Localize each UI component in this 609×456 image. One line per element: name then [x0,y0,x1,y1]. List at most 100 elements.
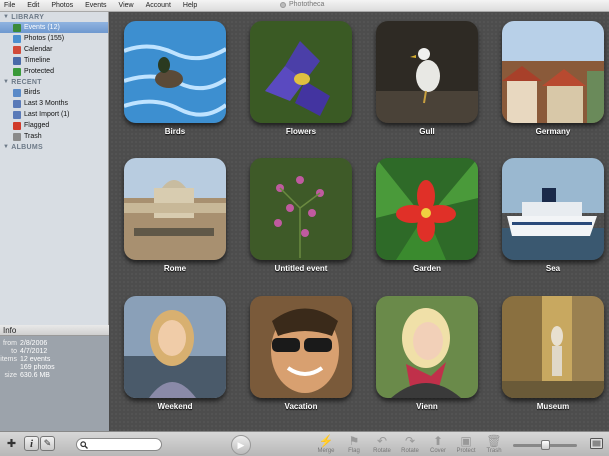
event-photo [502,21,604,123]
event-thumbnail[interactable] [376,296,478,398]
event-title[interactable]: Museum [502,402,604,411]
events-browser: Birds Flowers Gull Germany Rome Untitled even… [110,12,609,431]
rotate-button[interactable]: ↶ Rotate [369,434,395,456]
menu-file[interactable]: File [4,2,15,9]
sidebar-item-flagged[interactable]: Flagged [0,120,108,131]
event-thumbnail[interactable] [502,158,604,260]
sidebar-item-birds[interactable]: Birds [0,87,108,98]
disclosure-down-icon: ▼ [3,144,10,150]
disclosure-down-icon: ▼ [3,79,10,85]
event-icon [13,88,21,97]
events-icon [13,23,21,32]
info-value: 4/7/2012 [20,347,48,355]
event-thumbnail[interactable] [502,21,604,123]
photos-icon [13,34,21,43]
event-title[interactable]: Birds [124,127,226,136]
event-tile[interactable]: Germany [502,21,604,136]
fullscreen-button[interactable] [589,436,604,451]
menu-view[interactable]: View [119,2,134,9]
info-value: 169 photos [20,363,55,371]
event-title[interactable]: Weekend [124,402,226,411]
event-title[interactable]: Flowers [250,127,352,136]
sidebar-item-last[interactable]: Last Import (1) [0,109,108,120]
info-icon: i [29,437,34,450]
event-tile[interactable]: Weekend [124,296,226,411]
event-tile[interactable]: Gull [376,21,478,136]
event-tile[interactable]: Sea [502,158,604,273]
menu-events[interactable]: Events [85,2,106,9]
info-row: 169 photos [0,363,109,371]
event-title[interactable]: Germany [502,127,604,136]
event-title[interactable]: Rome [124,264,226,273]
zoom-slider-knob[interactable] [541,440,550,450]
sidebar-item-photos[interactable]: Photos (155) [0,33,108,44]
info-row: to 4/7/2012 [0,347,109,355]
event-tile[interactable]: Flowers [250,21,352,136]
event-tile[interactable]: Untitled event [250,158,352,273]
sidebar-item-last[interactable]: Last 3 Months [0,98,108,109]
event-title[interactable]: Vacation [250,402,352,411]
event-photo [502,296,604,398]
flag-icon [13,121,21,130]
sidebar-item-events[interactable]: Events (12) [0,22,108,33]
event-tile[interactable]: Rome [124,158,226,273]
sidebar-item-label: Birds [24,89,40,96]
sidebar-item-label: Last Import (1) [24,111,70,118]
menu-edit[interactable]: Edit [27,2,39,9]
menu-help[interactable]: Help [183,2,197,9]
sidebar-item-trash[interactable]: Trash [0,131,108,142]
event-photo [124,296,226,398]
rotate-button[interactable]: ↷ Rotate [397,434,423,456]
menu-photos[interactable]: Photos [51,2,73,9]
event-tile[interactable]: Museum [502,296,604,411]
event-tile[interactable]: Garden [376,158,478,273]
event-tile[interactable]: Vacation [250,296,352,411]
merge-button[interactable]: ⚡ Merge [313,434,339,456]
app-title-text: Phototheca [289,1,325,8]
cover-button[interactable]: ⬆ Cover [425,434,451,456]
flag-icon: ⚑ [348,434,360,448]
sidebar-item-label: Last 3 Months [24,100,68,107]
play-icon: ▶ [237,439,245,450]
disclosure-down-icon: ▼ [3,14,10,20]
event-title[interactable]: Vienn [376,402,478,411]
info-value: 630.6 MB [20,371,50,379]
event-title[interactable]: Sea [502,264,604,273]
flag-button[interactable]: ⚑ Flag [341,434,367,456]
event-thumbnail[interactable] [250,296,352,398]
event-thumbnail[interactable] [502,296,604,398]
edit-button[interactable]: ✎ [40,436,55,451]
sidebar-item-calendar[interactable]: Calendar [0,44,108,55]
search-field[interactable] [76,438,162,451]
event-thumbnail[interactable] [124,296,226,398]
recent-header[interactable]: ▼ RECENT [0,77,108,87]
search-input[interactable] [88,441,158,448]
sidebar-item-timeline[interactable]: Timeline [0,55,108,66]
info-button[interactable]: i [24,436,39,451]
tool-label: Rotate [373,448,391,454]
event-tile[interactable]: Birds [124,21,226,136]
trash-button[interactable]: 🗑 Trash [481,434,507,456]
protect-button[interactable]: ▣ Protect [453,434,479,456]
albums-header[interactable]: ▼ ALBUMS [0,142,108,152]
info-key: to [11,347,17,355]
slideshow-button[interactable]: ▶ [231,435,251,455]
event-title[interactable]: Gull [376,127,478,136]
info-row: size 630.6 MB [0,371,109,379]
event-thumbnail[interactable] [376,158,478,260]
library-header[interactable]: ▼ LIBRARY [0,12,108,22]
add-icon[interactable]: ✚ [4,436,19,451]
fullscreen-icon [590,438,603,449]
sidebar-item-protected[interactable]: Protected [0,66,108,77]
event-thumbnail[interactable] [250,21,352,123]
event-title[interactable]: Untitled event [250,264,352,273]
sidebar-item-label: Trash [24,133,42,140]
event-thumbnail[interactable] [124,158,226,260]
event-thumbnail[interactable] [124,21,226,123]
event-title[interactable]: Garden [376,264,478,273]
timeline-icon [13,56,21,65]
event-thumbnail[interactable] [376,21,478,123]
event-thumbnail[interactable] [250,158,352,260]
menu-account[interactable]: Account [146,2,171,9]
event-tile[interactable]: Vienn [376,296,478,411]
